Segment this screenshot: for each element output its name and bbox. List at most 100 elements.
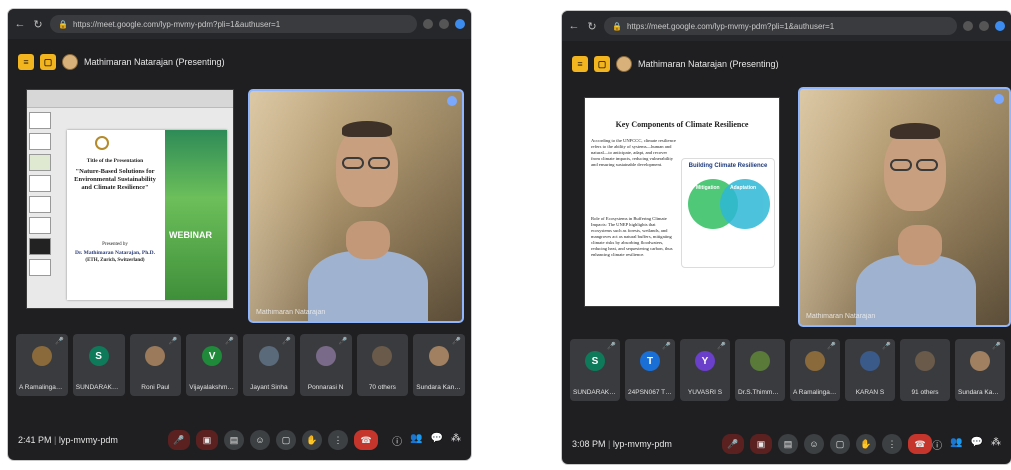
address-bar[interactable]: 🔒 https://meet.google.com/lyp-mvmy-pdm?p… [604,17,957,35]
left-meet-screenshot: ← ↻ 🔒 https://meet.google.com/lyp-mvmy-p… [8,9,471,460]
profile-icon[interactable] [455,19,465,29]
participant-tile[interactable]: 🎤 Ponnarasi N [299,334,352,396]
emoji-button[interactable]: ☺ [250,430,270,450]
avatar: V [202,346,223,366]
participant-tile[interactable]: 🎤 Y YUVASRI S [680,339,730,401]
shared-slide: Key Components of Climate Resilience Acc… [584,97,780,307]
presenter-name: Mathimaran Natarajan (Presenting) [84,57,225,67]
participant-tile[interactable]: 🎤SSUNDARAKANN... [570,339,620,401]
chat-icon[interactable]: 💬 [431,433,443,448]
slide-line1: Title of the Presentation [86,158,144,164]
bookmark-icon[interactable] [439,19,449,29]
activities-icon[interactable]: ⁂ [991,437,1001,452]
captions-button[interactable]: ▤ [778,434,798,454]
back-icon[interactable]: ← [568,20,580,32]
shared-screen: Title of the Presentation "Nature-Based … [26,89,234,309]
participant-strip: 🎤A RamalingaCha... SSUNDARAKANN... 🎤Roni… [16,334,465,396]
pin-icon[interactable] [994,94,1004,104]
participant-tile[interactable]: SSUNDARAKANN... [72,334,125,396]
university-logo [95,136,109,150]
menu-button[interactable]: ≡ [18,54,34,70]
participant-tile[interactable]: 🎤 Jayant Sinha [243,334,295,396]
slide-para-1: According to the UNFCCC, climate resilie… [591,138,676,167]
more-options-button[interactable]: ⋮ [328,430,348,450]
captions-button[interactable]: ▤ [224,430,244,450]
raise-hand-button[interactable]: ✋ [302,430,322,450]
ppt-ribbon [27,90,233,108]
meeting-code: lyp-mvmy-pdm [612,439,672,449]
webinar-poster: WEBINAR [165,130,227,300]
participant-tile[interactable]: 🎤T24PSN067 THAN... [625,339,675,401]
leave-call-button[interactable]: ☎ [354,430,378,450]
browser-toolbar: ← ↻ 🔒 https://meet.google.com/lyp-mvmy-p… [562,11,1011,41]
chat-icon[interactable]: 💬 [971,437,983,452]
presenter-video[interactable]: Mathimaran Natarajan [798,87,1011,327]
mic-off-button[interactable]: 🎤 [168,430,190,450]
presenter-video[interactable]: Mathimaran Natarajan [248,89,464,323]
back-icon[interactable]: ← [14,18,26,30]
apps-button[interactable]: ▢ [594,56,610,72]
avatar [429,346,450,366]
meeting-code: lyp-mvmy-pdm [58,435,118,445]
video-name-label: Mathimaran Natarajan [256,309,326,316]
presenter-name: Mathimaran Natarajan (Presenting) [638,59,779,69]
camera-off-button[interactable]: ▣ [750,434,772,454]
mic-off-button[interactable]: 🎤 [722,434,744,454]
avatar [258,346,279,366]
present-button[interactable]: ▢ [276,430,296,450]
participant-tile[interactable]: 🎤 Sundara Kannan [413,334,465,396]
slide-para-2: Role of Ecosystems in Buffering Climate … [591,216,673,257]
activities-icon[interactable]: ⁂ [451,433,461,448]
extension-icon[interactable] [963,21,973,31]
raise-hand-button[interactable]: ✋ [856,434,876,454]
adaptation-circle: Adaptation [720,179,770,229]
presented-by: Presented by [102,242,128,247]
emoji-button[interactable]: ☺ [804,434,824,454]
meeting-controls: 2:41 PM | lyp-mvmy-pdm 🎤 ▣ ▤ ☺ ▢ ✋ ⋮ ☎ ⓘ… [8,420,471,460]
clock-time: 3:08 PM [572,439,606,449]
info-icon[interactable]: ⓘ [932,437,942,452]
avatar [372,346,393,366]
lock-icon: 🔒 [58,19,68,29]
avatar [860,351,880,371]
diagram-title: Building Climate Resilience [688,163,768,169]
people-icon[interactable]: 👥 [410,433,422,448]
adaptation-label: Adaptation [730,185,757,191]
apps-button[interactable]: ▢ [40,54,56,70]
slide-canvas: Title of the Presentation "Nature-Based … [67,130,227,300]
extension-icon[interactable] [423,19,433,29]
participant-tile[interactable]: 🎤A RamalingaCha... [16,334,68,396]
avatar [315,346,336,366]
avatar [970,351,990,371]
video-name-label: Mathimaran Natarajan [806,313,876,320]
present-button[interactable]: ▢ [830,434,850,454]
participant-tile[interactable]: 🎤 Sundara Kannan [955,339,1005,401]
camera-off-button[interactable]: ▣ [196,430,218,450]
people-icon[interactable]: 👥 [950,437,962,452]
leave-call-button[interactable]: ☎ [908,434,932,454]
mitigation-label: Mitigation [696,185,720,191]
reload-icon[interactable]: ↻ [32,18,44,31]
participant-tile[interactable]: 🎤A RamalingaCha... [790,339,840,401]
meeting-info: 3:08 PM | lyp-mvmy-pdm [572,439,672,449]
others-tile[interactable]: 70 others [356,334,409,396]
info-icon[interactable]: ⓘ [392,433,402,448]
url-text: https://meet.google.com/lyp-mvmy-pdm?pli… [626,21,835,31]
presenter-avatar [616,56,632,72]
participant-tile[interactable]: 🎤 KARAN S [845,339,895,401]
participant-tile[interactable]: 🎤 Roni Paul [129,334,182,396]
others-tile[interactable]: 91 others [900,339,950,401]
clock-time: 2:41 PM [18,435,52,445]
participant-tile[interactable]: Dr.S.Thimmaraya... [735,339,785,401]
reload-icon[interactable]: ↻ [586,20,598,33]
bookmark-icon[interactable] [979,21,989,31]
profile-icon[interactable] [995,21,1005,31]
browser-toolbar: ← ↻ 🔒 https://meet.google.com/lyp-mvmy-p… [8,9,471,39]
address-bar[interactable]: 🔒 https://meet.google.com/lyp-mvmy-pdm?p… [50,15,417,33]
avatar [915,351,935,371]
participant-tile[interactable]: 🎤VVijayalakshmi EEE [186,334,238,396]
pin-icon[interactable] [447,96,457,106]
avatar: S [585,351,605,371]
more-options-button[interactable]: ⋮ [882,434,902,454]
menu-button[interactable]: ≡ [572,56,588,72]
